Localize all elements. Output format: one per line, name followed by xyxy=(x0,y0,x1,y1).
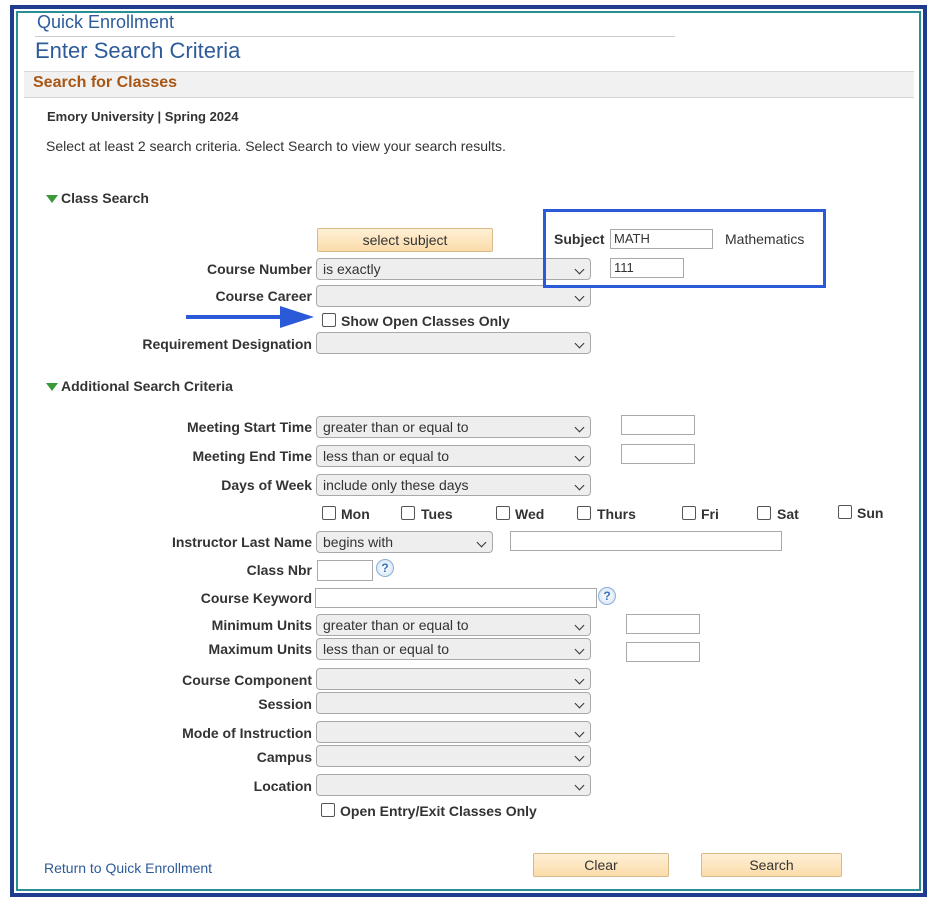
campus-select[interactable] xyxy=(316,745,591,767)
max-units-select[interactable]: less than or equal to xyxy=(316,638,591,660)
day-fri-label: Fri xyxy=(701,506,719,522)
chevron-down-icon xyxy=(574,451,585,462)
chevron-down-icon xyxy=(574,674,585,685)
session-select[interactable] xyxy=(316,692,591,714)
meeting-end-input[interactable] xyxy=(621,444,695,464)
section-header: Search for Classes xyxy=(24,71,914,98)
instructor-operator-select[interactable]: begins with xyxy=(316,531,493,553)
min-units-select[interactable]: greater than or equal to xyxy=(316,614,591,636)
chevron-down-icon xyxy=(574,751,585,762)
collapse-triangle-icon xyxy=(46,383,58,392)
show-open-checkbox[interactable] xyxy=(322,313,336,327)
chevron-down-icon xyxy=(574,727,585,738)
meeting-start-label: Meeting Start Time xyxy=(187,419,312,435)
day-wed-checkbox[interactable] xyxy=(496,506,510,520)
class-nbr-input[interactable] xyxy=(317,560,373,581)
mode-of-instruction-select[interactable] xyxy=(316,721,591,743)
course-keyword-help-icon[interactable]: ? xyxy=(598,587,616,605)
chevron-down-icon xyxy=(574,780,585,791)
show-open-label: Show Open Classes Only xyxy=(341,313,510,329)
class-nbr-help-icon[interactable]: ? xyxy=(376,559,394,577)
max-units-input[interactable] xyxy=(626,642,700,662)
chevron-down-icon xyxy=(574,338,585,349)
day-thurs-label: Thurs xyxy=(597,506,636,522)
chevron-down-icon xyxy=(574,480,585,491)
max-units-operator: less than or equal to xyxy=(323,641,450,657)
min-units-label: Minimum Units xyxy=(211,617,312,633)
course-career-select[interactable] xyxy=(316,285,591,307)
clear-button[interactable]: Clear xyxy=(533,853,669,877)
requirement-label: Requirement Designation xyxy=(142,336,312,352)
min-units-operator: greater than or equal to xyxy=(323,617,469,633)
day-sat-label: Sat xyxy=(777,506,799,522)
collapse-triangle-icon xyxy=(46,195,58,204)
instructor-input[interactable] xyxy=(510,531,782,551)
day-tues-label: Tues xyxy=(421,506,453,522)
location-select[interactable] xyxy=(316,774,591,796)
meeting-start-select[interactable]: greater than or equal to xyxy=(316,416,591,438)
meeting-end-label: Meeting End Time xyxy=(192,448,312,464)
institution-term: Emory University | Spring 2024 xyxy=(47,109,239,124)
return-link[interactable]: Return to Quick Enrollment xyxy=(44,860,212,876)
days-of-week-select[interactable]: include only these days xyxy=(316,474,591,496)
page-heading: Quick Enrollment xyxy=(37,12,175,32)
chevron-down-icon xyxy=(574,291,585,302)
select-subject-button[interactable]: select subject xyxy=(317,228,493,252)
additional-criteria-label: Additional Search Criteria xyxy=(61,378,233,394)
min-units-input[interactable] xyxy=(626,614,700,634)
meeting-end-select[interactable]: less than or equal to xyxy=(316,445,591,467)
instructions-text: Select at least 2 search criteria. Selec… xyxy=(46,138,506,154)
day-mon-label: Mon xyxy=(341,506,370,522)
instructor-label: Instructor Last Name xyxy=(171,534,312,550)
max-units-label: Maximum Units xyxy=(208,641,312,657)
chevron-down-icon xyxy=(574,644,585,655)
course-keyword-input[interactable] xyxy=(315,588,597,608)
day-thurs-checkbox[interactable] xyxy=(577,506,591,520)
course-career-label: Course Career xyxy=(215,288,313,304)
meeting-end-operator: less than or equal to xyxy=(323,448,450,464)
instructor-operator: begins with xyxy=(323,534,394,550)
day-sun-label: Sun xyxy=(857,505,884,521)
page-title: Enter Search Criteria xyxy=(35,38,241,63)
day-mon-checkbox[interactable] xyxy=(322,506,336,520)
meeting-start-operator: greater than or equal to xyxy=(323,419,469,435)
chevron-down-icon xyxy=(574,422,585,433)
additional-criteria-group[interactable]: Additional Search Criteria xyxy=(46,378,233,394)
class-nbr-label: Class Nbr xyxy=(246,562,312,578)
heading-divider xyxy=(35,36,675,37)
subject-highlight-box xyxy=(543,209,826,288)
campus-label: Campus xyxy=(256,749,312,765)
chevron-down-icon xyxy=(574,620,585,631)
course-number-label: Course Number xyxy=(206,261,312,277)
open-entry-checkbox[interactable] xyxy=(321,803,335,817)
search-button[interactable]: Search xyxy=(701,853,842,877)
mode-of-instruction-label: Mode of Instruction xyxy=(182,725,312,741)
location-label: Location xyxy=(253,778,312,794)
course-component-label: Course Component xyxy=(182,672,312,688)
day-tues-checkbox[interactable] xyxy=(401,506,415,520)
day-wed-label: Wed xyxy=(515,506,545,522)
course-keyword-label: Course Keyword xyxy=(200,590,312,606)
requirement-select[interactable] xyxy=(316,332,591,354)
course-component-select[interactable] xyxy=(316,668,591,690)
days-of-week-label: Days of Week xyxy=(221,477,312,493)
session-label: Session xyxy=(258,696,312,712)
meeting-start-input[interactable] xyxy=(621,415,695,435)
open-entry-label: Open Entry/Exit Classes Only xyxy=(340,803,537,819)
days-of-week-operator: include only these days xyxy=(323,477,469,493)
day-sat-checkbox[interactable] xyxy=(757,506,771,520)
chevron-down-icon xyxy=(476,537,487,548)
course-number-operator-value: is exactly xyxy=(323,261,381,277)
section-title: Search for Classes xyxy=(33,74,178,91)
day-sun-checkbox[interactable] xyxy=(838,505,852,519)
arrow-annotation-icon xyxy=(186,306,314,328)
day-fri-checkbox[interactable] xyxy=(682,506,696,520)
class-search-label: Class Search xyxy=(61,190,149,206)
chevron-down-icon xyxy=(574,698,585,709)
class-search-group[interactable]: Class Search xyxy=(46,190,149,206)
